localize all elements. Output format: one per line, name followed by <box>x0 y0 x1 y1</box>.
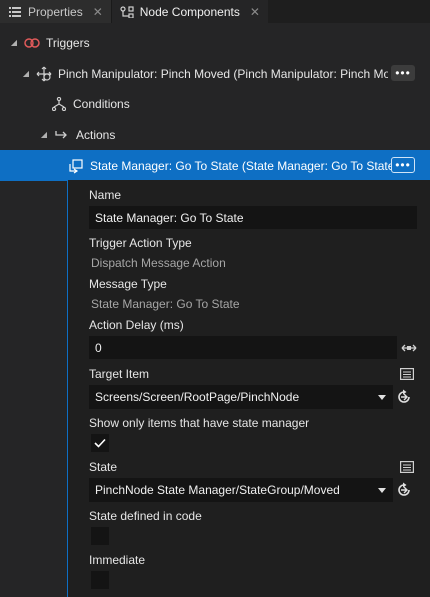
action-delay-label: Action Delay (ms) <box>89 318 184 332</box>
tree-row-actions[interactable]: ◢ Actions <box>0 119 430 150</box>
go-to-state-icon <box>68 158 84 174</box>
tab-node-components[interactable]: Node Components ✕ <box>111 0 268 23</box>
pinch-manipulator-icon <box>36 66 52 82</box>
tree-label-conditions: Conditions <box>73 96 130 111</box>
state-select[interactable]: PinchNode State Manager/StateGroup/Moved <box>89 478 393 502</box>
collapse-arrow-icon[interactable]: ◢ <box>38 130 50 139</box>
name-field[interactable]: State Manager: Go To State <box>89 206 417 229</box>
check-icon <box>94 438 106 448</box>
tree-label-trigger: Pinch Manipulator: Pinch Moved (Pinch Ma… <box>58 66 388 81</box>
list-icon <box>8 5 22 19</box>
immediate-checkbox[interactable] <box>91 571 109 589</box>
chevron-down-icon <box>377 391 387 405</box>
reset-icon[interactable] <box>396 389 412 405</box>
target-item-label: Target Item <box>89 367 150 381</box>
state-defined-label: State defined in code <box>89 509 202 523</box>
tree-row-triggers[interactable]: ◢ Triggers <box>0 27 430 58</box>
close-icon[interactable]: ✕ <box>93 5 103 19</box>
state-label: State <box>89 460 118 474</box>
tree-label-action: State Manager: Go To State (State Manage… <box>90 158 399 173</box>
message-type-value: State Manager: Go To State <box>91 297 240 311</box>
collapse-arrow-icon[interactable]: ◢ <box>8 38 20 47</box>
tab-properties-label: Properties <box>28 4 83 19</box>
tree-label-actions: Actions <box>76 127 116 142</box>
show-only-checkbox[interactable] <box>91 434 109 452</box>
tree-row-action-selected[interactable]: State Manager: Go To State (State Manage… <box>0 150 430 181</box>
collapse-arrow-icon[interactable]: ◢ <box>20 69 32 78</box>
tree-row-conditions[interactable]: Conditions <box>0 88 430 119</box>
target-item-select[interactable]: Screens/Screen/RootPage/PinchNode <box>89 385 393 409</box>
tab-node-components-label: Node Components <box>139 4 240 19</box>
state-defined-checkbox[interactable] <box>91 527 109 545</box>
target-item-value: Screens/Screen/RootPage/PinchNode <box>95 390 300 404</box>
chevron-down-icon <box>377 484 387 498</box>
trigger-action-type-label: Trigger Action Type <box>89 236 192 250</box>
conditions-icon <box>51 96 67 112</box>
action-properties-panel: Name State Manager: Go To State Trigger … <box>67 180 430 597</box>
reset-icon[interactable] <box>396 482 412 498</box>
more-button[interactable]: ••• <box>391 157 415 173</box>
tab-bar: Properties ✕ Node Components ✕ <box>0 0 430 23</box>
more-button[interactable]: ••• <box>391 65 415 81</box>
tree-label-triggers: Triggers <box>46 35 90 50</box>
pick-item-icon[interactable] <box>399 366 415 382</box>
trigger-icon <box>24 35 40 51</box>
show-only-label: Show only items that have state manager <box>89 416 310 430</box>
immediate-label: Immediate <box>89 553 146 567</box>
state-value: PinchNode State Manager/StateGroup/Moved <box>95 483 340 497</box>
tab-bar-empty <box>267 0 430 23</box>
node-components-icon <box>120 5 134 19</box>
tab-properties[interactable]: Properties ✕ <box>0 0 112 23</box>
message-type-label: Message Type <box>89 277 167 291</box>
name-label: Name <box>89 188 122 202</box>
action-delay-field[interactable]: 0 <box>89 336 397 359</box>
actions-icon <box>54 127 70 143</box>
tree-row-trigger[interactable]: ◢ Pinch Manipulator: Pinch Moved (Pinch … <box>0 58 430 89</box>
trigger-action-type-value: Dispatch Message Action <box>91 256 226 270</box>
pick-state-icon[interactable] <box>399 459 415 475</box>
close-icon[interactable]: ✕ <box>250 5 260 19</box>
drag-adjust-icon[interactable] <box>401 340 417 356</box>
